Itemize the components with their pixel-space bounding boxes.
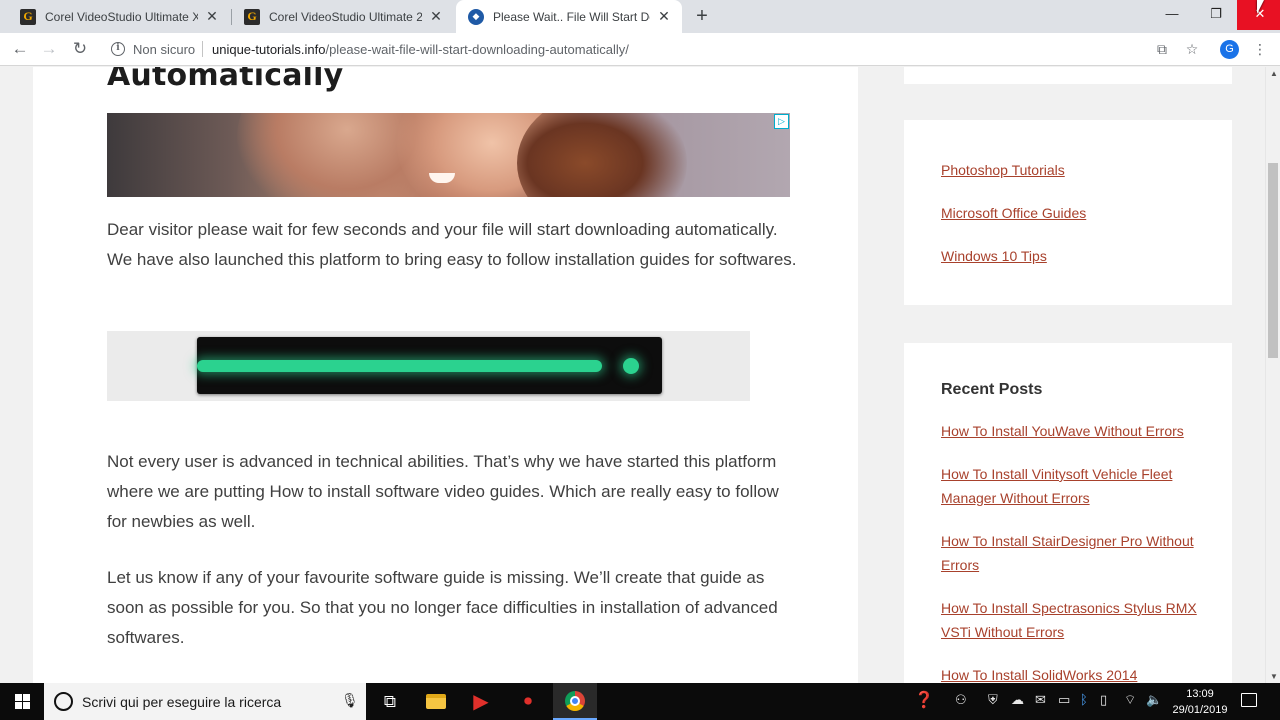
loader-progress-bar — [197, 360, 602, 372]
people-icon[interactable]: ⚇ — [955, 692, 967, 708]
mail-icon[interactable]: ✉ — [1035, 692, 1046, 708]
info-icon[interactable]: i — [111, 42, 125, 56]
ad-photo-hair — [517, 113, 687, 197]
close-icon[interactable]: ✕ — [656, 8, 672, 25]
wifi-icon[interactable]: ⌔ — [1124, 692, 1136, 708]
recent-post-link[interactable]: How To Install Vinitysoft Vehicle Fleet … — [941, 462, 1211, 510]
recent-post-link[interactable]: How To Install StairDesigner Pro Without… — [941, 529, 1211, 577]
tab-corel-2018[interactable]: G Corel VideoStudio Ultimate 2018 F ✕ — [232, 0, 454, 33]
profile-avatar[interactable]: G — [1220, 40, 1239, 59]
adchoices-icon[interactable]: ▷ — [774, 114, 789, 129]
star-icon[interactable]: ☆ — [1183, 40, 1201, 58]
tab-title: Corel VideoStudio Ultimate X10 C — [45, 9, 198, 24]
reload-icon[interactable]: ↻ — [68, 37, 92, 61]
body-paragraph: Let us know if any of your favourite sof… — [107, 568, 778, 647]
scroll-down-icon[interactable]: ▼ — [1270, 672, 1278, 681]
recent-post-link[interactable]: How To Install YouWave Without Errors — [941, 419, 1211, 443]
screen-recorder-icon[interactable]: ⏺ — [506, 683, 550, 720]
scrollbar-thumb[interactable] — [1268, 163, 1278, 358]
category-link[interactable]: Windows 10 Tips — [941, 244, 1211, 268]
article-title: Automatically — [107, 67, 344, 93]
url-path: /please-wait-file-will-start-downloading… — [325, 42, 629, 57]
categories-widget: Photoshop Tutorials Microsoft Office Gui… — [904, 120, 1232, 305]
help-icon[interactable]: ❓ — [914, 690, 934, 710]
category-link[interactable]: Microsoft Office Guides — [941, 201, 1211, 225]
browser-toolbar: ← → ↻ i Non sicuro unique-tutorials.info… — [0, 33, 1280, 66]
system-clock[interactable]: 13:09 29/01/2019 — [1170, 686, 1230, 718]
new-tab-button[interactable]: + — [690, 4, 714, 28]
url-divider — [202, 41, 203, 57]
start-button[interactable] — [0, 683, 44, 720]
security-label[interactable]: Non sicuro — [133, 42, 195, 57]
corel-favicon-icon: G — [244, 8, 260, 25]
recent-posts-heading: Recent Posts — [941, 381, 1043, 398]
folder-icon — [426, 694, 446, 709]
close-icon[interactable]: ✕ — [204, 8, 220, 25]
restore-button[interactable]: ❐ — [1193, 0, 1239, 30]
chrome-logo-icon — [565, 690, 585, 711]
recent-post-link[interactable]: How To Install Spectrasonics Stylus RMX … — [941, 596, 1211, 644]
scroll-up-icon[interactable]: ▲ — [1270, 69, 1278, 78]
tab-please-wait[interactable]: ◆ Please Wait.. File Will Start Downl ✕ — [456, 0, 682, 33]
windows-taskbar: Scrivi qui per eseguire la ricerca 🎙 ⧉ ▶… — [0, 683, 1280, 720]
display-icon[interactable]: ▭ — [1058, 692, 1070, 708]
close-icon[interactable]: ✕ — [428, 8, 444, 25]
bluetooth-icon[interactable]: ᛒ — [1080, 692, 1088, 707]
ad-banner-image[interactable]: ▷ — [107, 113, 790, 197]
cortana-icon — [54, 692, 73, 711]
kebab-menu-icon[interactable]: ⋮ — [1251, 40, 1269, 58]
search-placeholder: Scrivi qui per eseguire la ricerca — [82, 694, 282, 710]
recent-post-link[interactable]: How To Install SolidWorks 2014 — [941, 663, 1211, 683]
clock-time: 13:09 — [1186, 688, 1214, 700]
back-arrow-icon[interactable]: ← — [8, 37, 32, 61]
loader-dot — [623, 358, 639, 374]
body-paragraph: Not every user is advanced in technical … — [107, 452, 779, 531]
web-page: Automatically ▷ Dear visitor please wait… — [0, 67, 1265, 683]
url-host: unique-tutorials.info — [212, 42, 326, 57]
download-loader — [107, 331, 750, 401]
battery-icon[interactable]: ▯ — [1100, 692, 1107, 708]
action-center-icon[interactable] — [1241, 693, 1257, 707]
clock-date: 29/01/2019 — [1172, 704, 1228, 716]
corel-favicon-icon: G — [20, 8, 36, 25]
intro-paragraph: Dear visitor please wait for few seconds… — [107, 220, 797, 269]
tab-title: Please Wait.. File Will Start Downl — [493, 9, 650, 24]
security-shield-icon[interactable]: ⛨ — [988, 692, 998, 708]
media-player-icon[interactable]: ▶ — [459, 683, 503, 720]
recent-posts-widget: Recent Posts How To Install YouWave With… — [904, 343, 1232, 683]
taskbar-search[interactable]: Scrivi qui per eseguire la ricerca 🎙 — [44, 683, 366, 720]
forward-arrow-icon[interactable]: → — [37, 37, 61, 61]
page-scrollbar[interactable]: ▲ ▼ — [1265, 67, 1280, 683]
mouse-cursor-icon — [1257, 0, 1264, 14]
tab-corel-x10[interactable]: G Corel VideoStudio Ultimate X10 C ✕ — [8, 0, 230, 33]
windows-logo-icon — [14, 694, 30, 709]
file-explorer-icon[interactable] — [414, 683, 458, 720]
loader-track — [197, 337, 662, 394]
url-field[interactable]: unique-tutorials.info/please-wait-file-w… — [212, 42, 629, 57]
cloud-icon[interactable]: ☁ — [1011, 692, 1024, 708]
sidebar-widget-partial — [904, 67, 1232, 84]
microphone-icon[interactable]: 🎙 — [341, 692, 359, 709]
article-card: Automatically ▷ Dear visitor please wait… — [33, 67, 858, 683]
volume-icon[interactable]: 🔈 — [1146, 692, 1162, 708]
tab-strip: G Corel VideoStudio Ultimate X10 C ✕ G C… — [0, 0, 1280, 33]
chrome-taskbar-icon[interactable] — [553, 683, 597, 720]
site-favicon-icon: ◆ — [468, 8, 484, 25]
task-view-icon[interactable]: ⧉ — [368, 683, 412, 720]
category-link[interactable]: Photoshop Tutorials — [941, 158, 1211, 182]
minimize-button[interactable]: — — [1149, 0, 1195, 30]
tab-title: Corel VideoStudio Ultimate 2018 F — [269, 9, 422, 24]
translate-icon[interactable]: ⧉ — [1153, 40, 1171, 58]
